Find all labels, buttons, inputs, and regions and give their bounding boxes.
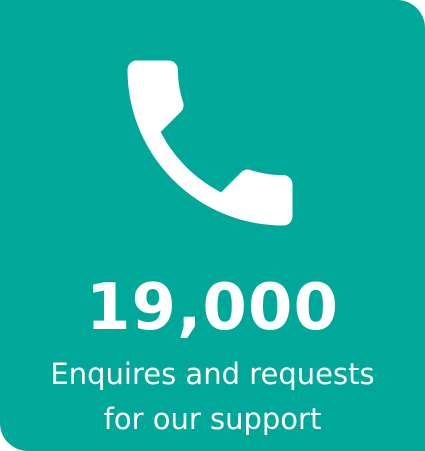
stat-label-line-2: for our support: [103, 402, 322, 436]
stat-number: 19,000: [86, 271, 339, 345]
phone-icon: [100, 28, 320, 258]
stat-card: 19,000 Enquires and requests for our sup…: [0, 0, 425, 451]
stat-label: Enquires and requests for our support: [0, 352, 425, 442]
stat-label-line-1: Enquires and requests: [50, 357, 375, 391]
